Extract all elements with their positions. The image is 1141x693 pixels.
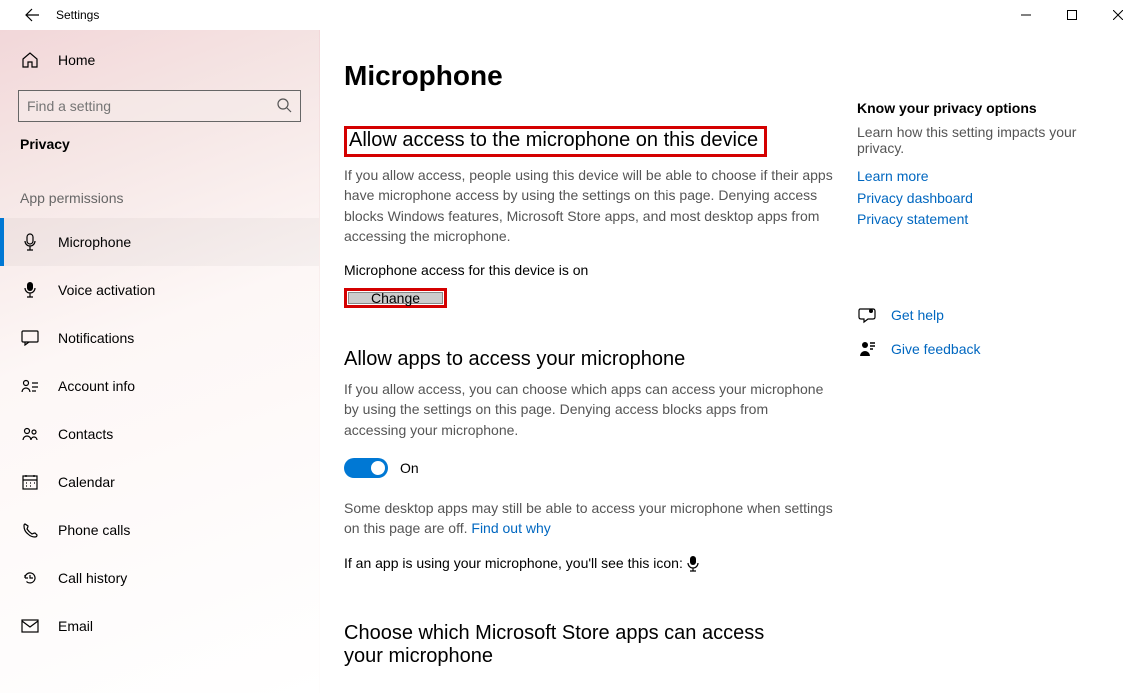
window-title: Settings: [56, 8, 99, 22]
sidebar-item-label: Contacts: [58, 426, 113, 442]
section-heading-app-access: Allow apps to access your microphone: [344, 348, 685, 371]
page-title: Microphone: [344, 60, 833, 92]
microphone-icon: [20, 232, 40, 252]
sidebar-item-label: Notifications: [58, 330, 134, 346]
sidebar-item-label: Calendar: [58, 474, 115, 490]
privacy-options-description: Learn how this setting impacts your priv…: [857, 124, 1117, 156]
section-description: If you allow access, people using this d…: [344, 165, 833, 246]
contacts-icon: [20, 424, 40, 444]
section-heading-store-apps: Choose which Microsoft Store apps can ac…: [344, 622, 774, 668]
usage-indicator-line: If an app is using your microphone, you'…: [344, 555, 833, 572]
history-icon: [20, 568, 40, 588]
sidebar-item-label: Email: [58, 618, 93, 634]
sidebar-item-voice-activation[interactable]: Voice activation: [0, 266, 319, 314]
home-label: Home: [58, 52, 95, 68]
home-icon: [20, 50, 40, 70]
sidebar-item-email[interactable]: Email: [0, 602, 319, 650]
sidebar-item-phone-calls[interactable]: Phone calls: [0, 506, 319, 554]
sidebar-item-microphone[interactable]: Microphone: [0, 218, 319, 266]
group-label: App permissions: [0, 190, 319, 206]
desktop-note: Some desktop apps may still be able to a…: [344, 498, 833, 539]
home-nav[interactable]: Home: [0, 40, 319, 80]
device-access-status: Microphone access for this device is on: [344, 262, 833, 278]
minimize-button[interactable]: [1003, 0, 1049, 30]
calendar-icon: [20, 472, 40, 492]
sidebar-item-label: Account info: [58, 378, 135, 394]
account-icon: [20, 376, 40, 396]
voice-icon: [20, 280, 40, 300]
privacy-dashboard-link[interactable]: Privacy dashboard: [857, 188, 1117, 210]
notifications-icon: [20, 328, 40, 348]
help-icon: [857, 305, 877, 325]
phone-icon: [20, 520, 40, 540]
main-content: Microphone Allow access to the microphon…: [344, 60, 833, 693]
sidebar-item-label: Phone calls: [58, 522, 130, 538]
sidebar-item-contacts[interactable]: Contacts: [0, 410, 319, 458]
section-heading-device-access: Allow access to the microphone on this d…: [344, 126, 767, 157]
find-out-why-link[interactable]: Find out why: [471, 520, 550, 536]
privacy-options-heading: Know your privacy options: [857, 100, 1117, 116]
back-button[interactable]: [20, 3, 44, 27]
close-button[interactable]: [1095, 0, 1141, 30]
sidebar-item-calendar[interactable]: Calendar: [0, 458, 319, 506]
sidebar-item-account-info[interactable]: Account info: [0, 362, 319, 410]
search-input[interactable]: [27, 98, 292, 114]
change-button-highlight: Change: [344, 288, 447, 308]
feedback-icon: [857, 339, 877, 359]
app-access-toggle[interactable]: [344, 458, 388, 478]
get-help-link[interactable]: Get help: [857, 305, 1117, 325]
microphone-indicator-icon: [687, 556, 699, 572]
search-icon: [276, 97, 292, 113]
search-input-wrapper[interactable]: [18, 90, 301, 122]
arrow-left-icon: [24, 7, 40, 23]
learn-more-link[interactable]: Learn more: [857, 166, 1117, 188]
right-column: Know your privacy options Learn how this…: [857, 60, 1117, 693]
sidebar-item-label: Call history: [58, 570, 127, 586]
maximize-button[interactable]: [1049, 0, 1095, 30]
section-description: If you allow access, you can choose whic…: [344, 379, 833, 440]
email-icon: [20, 616, 40, 636]
toggle-state-label: On: [400, 460, 419, 476]
sidebar-item-notifications[interactable]: Notifications: [0, 314, 319, 362]
sidebar-item-label: Voice activation: [58, 282, 155, 298]
titlebar: Settings: [0, 0, 1141, 30]
privacy-statement-link[interactable]: Privacy statement: [857, 209, 1117, 231]
change-button[interactable]: Change: [348, 292, 443, 304]
sidebar-item-call-history[interactable]: Call history: [0, 554, 319, 602]
settings-category: Privacy: [0, 136, 319, 152]
sidebar-item-label: Microphone: [58, 234, 131, 250]
feedback-link[interactable]: Give feedback: [857, 339, 1117, 359]
sidebar: Home Privacy App permissions Microphone …: [0, 30, 320, 693]
